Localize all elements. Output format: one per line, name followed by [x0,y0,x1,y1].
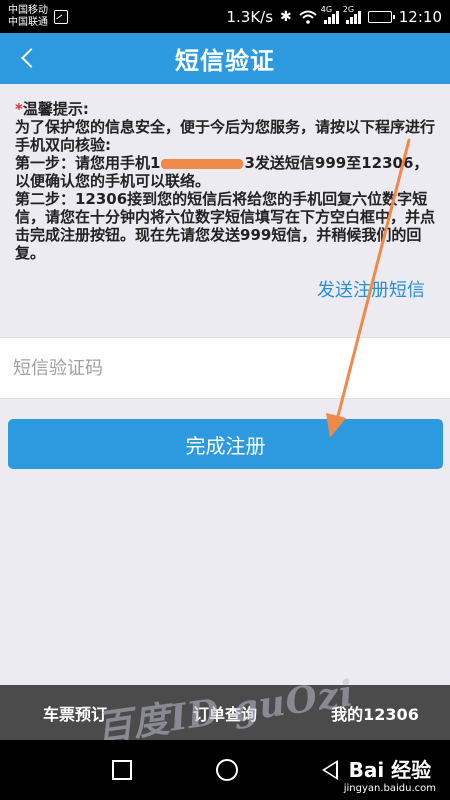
tips-heading-text: 温馨提示: [22,100,89,118]
sms-code-row [0,337,450,399]
signal-icon-2: 2G [343,5,361,24]
recent-apps-icon[interactable] [112,760,132,780]
logo-sub: jingyan.baidu.com [343,783,436,794]
app-header: 短信验证 [0,33,450,84]
complete-registration-button[interactable]: 完成注册 [8,419,443,469]
signal-icon: 4G [321,5,339,24]
carrier-names: 中国移动 中国联通 [8,5,48,29]
send-sms-link[interactable]: 发送注册短信 [317,276,425,302]
bluetooth-icon: ✱ [280,8,292,25]
tab-order-query[interactable]: 订单查询 [150,701,300,725]
bottom-tabbar: 车票预订 订单查询 我的12306 [0,685,450,740]
step1-text-a: 第一步：请您用手机1 [15,154,161,172]
status-bar: 中国移动 中国联通 1.3K/s ✱ 4G 2G 12:10 [0,0,450,33]
battery-icon [367,10,395,23]
back-button[interactable] [12,41,44,75]
tips-step1: 第一步：请您用手机1 3发送短信999至12306，以便确认您的手机可以联络。 [15,154,435,190]
logo-main: Bai 经验 [348,758,432,782]
tab-ticket-booking[interactable]: 车票预订 [0,701,150,725]
tips-heading: *温馨提示: [15,100,435,118]
sim-icon [54,9,68,24]
tips-block: *温馨提示: 为了保护您的信息安全，便于今后为您服务，请按以下程序进行手机双向核… [15,100,435,262]
baidu-jingyan-logo: Bai 经验 jingyan.baidu.com [344,754,436,794]
home-icon[interactable] [216,759,238,781]
redacted-phone [161,158,244,169]
back-triangle-icon[interactable] [322,760,338,780]
tab-my-12306[interactable]: 我的12306 [300,701,450,725]
required-star: * [15,100,23,118]
tips-step2: 第二步：12306接到您的短信后将给您的手机回复六位数字短信，请您在十分钟内将六… [15,190,436,262]
page-title: 短信验证 [175,47,275,75]
wifi-icon [299,10,317,24]
clock: 12:10 [398,7,442,26]
tips-intro: 为了保护您的信息安全，便于今后为您服务，请按以下程序进行手机双向核验: [15,118,436,154]
sms-code-input[interactable] [0,338,450,398]
carrier-2: 中国联通 [8,16,48,28]
net-speed: 1.3K/s [226,7,274,26]
chevron-left-icon [21,48,41,68]
carrier-1: 中国移动 [8,4,48,16]
